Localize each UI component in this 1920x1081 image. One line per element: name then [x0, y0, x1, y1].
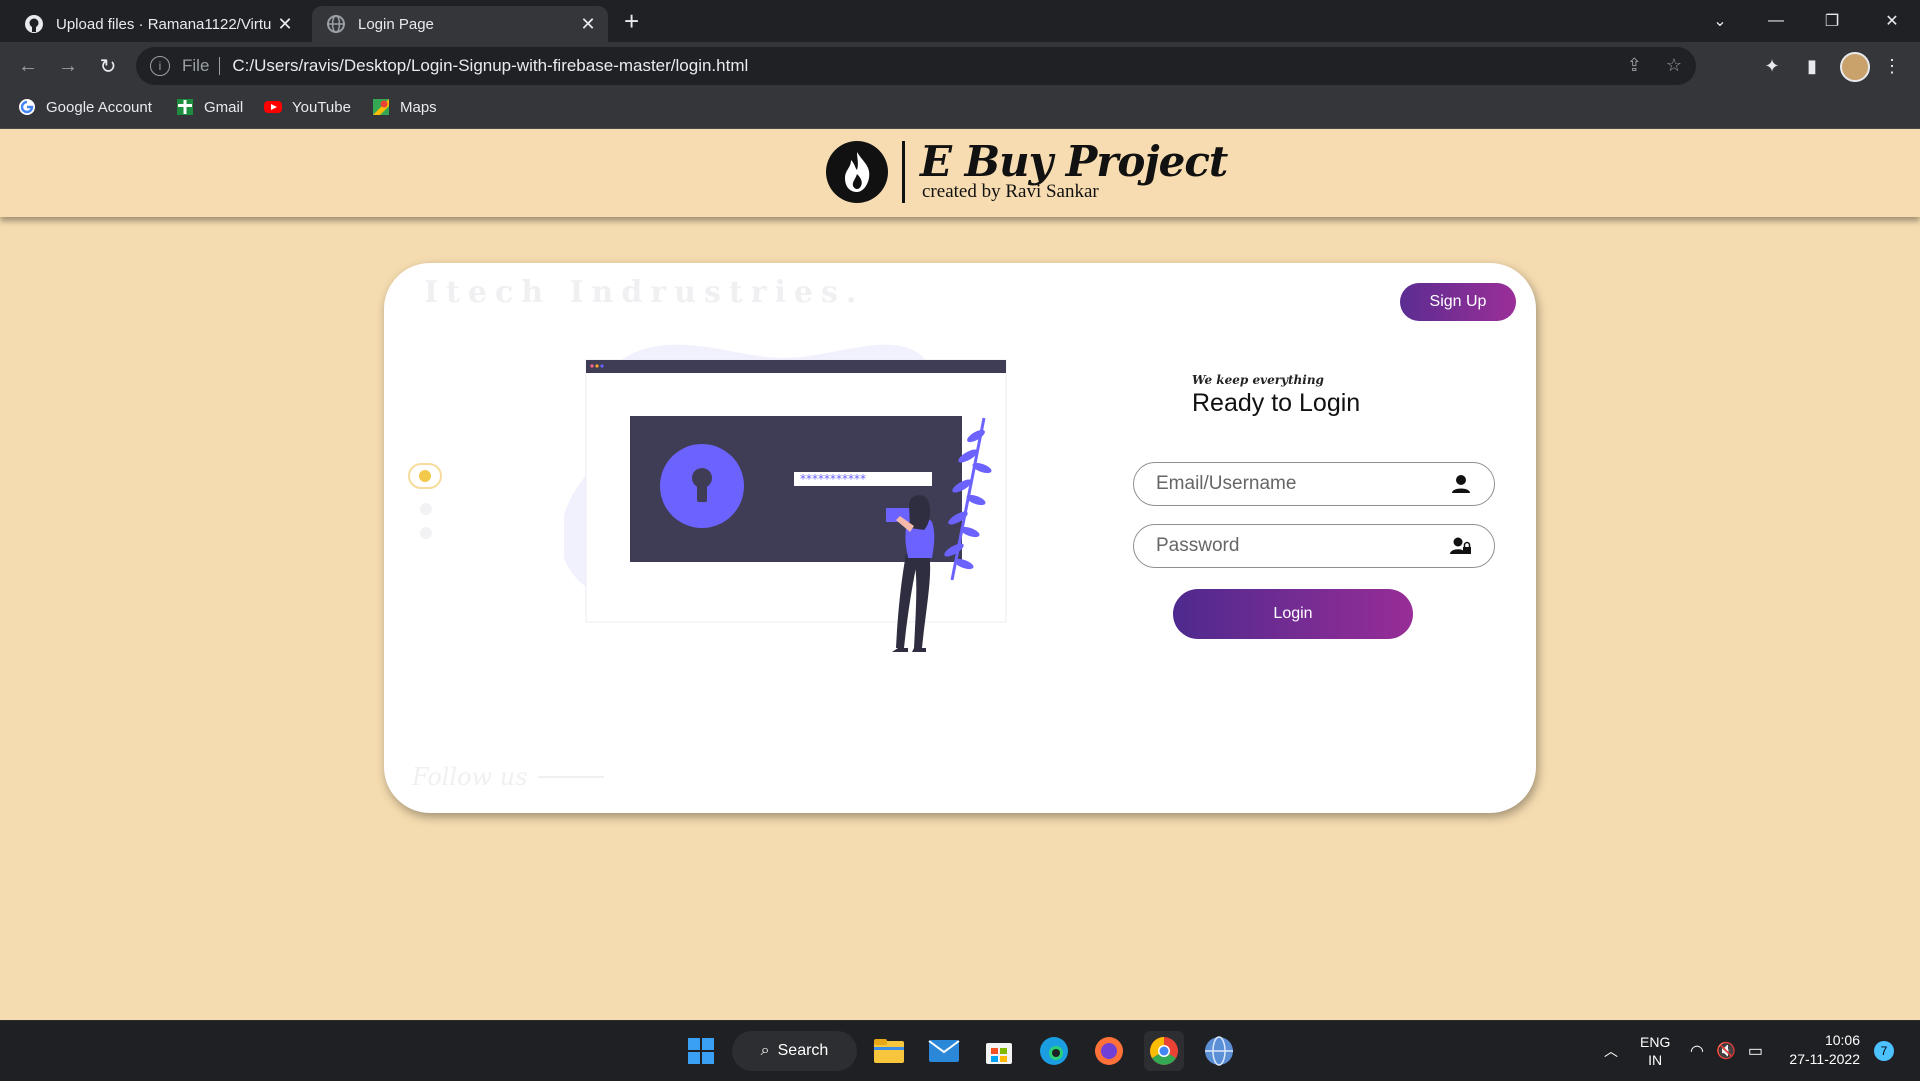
address-bar[interactable]: i File C:/Users/ravis/Desktop/Login-Sign…	[136, 47, 1696, 85]
tab-title: Upload files · Ramana1122/Virtu	[56, 15, 272, 33]
battery-icon: ▭	[1747, 1043, 1764, 1060]
globe-icon	[327, 15, 345, 33]
tab-login-page[interactable]: Login Page ✕	[312, 6, 608, 42]
bookmark-maps[interactable]: Maps	[372, 98, 437, 116]
volume-muted-icon: 🔇	[1715, 1043, 1736, 1060]
back-icon[interactable]: ←	[12, 50, 44, 82]
youtube-icon	[264, 101, 282, 113]
clock[interactable]: 10:06 27-11-2022	[1780, 1031, 1860, 1069]
restore-icon[interactable]: ❐	[1804, 0, 1860, 42]
brand-credit: created by Ravi Sankar	[922, 181, 1099, 202]
divider	[219, 57, 221, 75]
browser-toolbar: ← → ↻ i File C:/Users/ravis/Desktop/Logi…	[0, 42, 1920, 90]
share-icon[interactable]: ⇪	[1627, 55, 1642, 76]
chrome-icon[interactable]	[1144, 1031, 1184, 1071]
wifi-icon: ◠	[1690, 1043, 1704, 1060]
password-mask-text: ***********	[800, 472, 866, 486]
bookmarks-bar: Google Account Gmail YouTube Maps	[0, 90, 1920, 129]
lang-code: ENG	[1640, 1034, 1671, 1050]
gmail-icon	[177, 99, 193, 115]
email-input[interactable]	[1154, 472, 1438, 496]
windows-start-icon[interactable]	[681, 1031, 721, 1071]
reload-icon[interactable]: ↻	[92, 50, 124, 82]
bookmark-gmail[interactable]: Gmail	[176, 98, 243, 116]
url-text: C:/Users/ravis/Desktop/Login-Signup-with…	[232, 56, 749, 75]
flame-logo-icon	[826, 141, 888, 203]
sign-up-button[interactable]: Sign Up	[1400, 283, 1516, 321]
logo-divider	[902, 141, 905, 203]
mail-icon[interactable]	[924, 1031, 964, 1071]
tab-upload-files[interactable]: Upload files · Ramana1122/Virtu ✕	[10, 6, 305, 42]
bookmark-star-icon[interactable]: ☆	[1666, 55, 1682, 76]
follow-us-label: Follow us	[412, 763, 528, 791]
password-field[interactable]	[1133, 524, 1495, 568]
search-icon: ⌕	[760, 1042, 770, 1059]
forward-icon[interactable]: →	[52, 50, 84, 82]
bookmark-label: Maps	[400, 98, 437, 116]
close-window-icon[interactable]: ✕	[1864, 0, 1920, 42]
user-icon	[1452, 475, 1470, 493]
profile-avatar[interactable]	[1840, 52, 1870, 82]
firefox-icon[interactable]	[1089, 1031, 1129, 1071]
watermark-text: Itech Indrustries.	[424, 275, 865, 310]
clock-time: 10:06	[1824, 1032, 1860, 1048]
system-tray[interactable]: ◠ 🔇 ▭	[1690, 1021, 1763, 1081]
github-icon	[25, 15, 43, 33]
google-icon	[19, 99, 35, 115]
divider	[537, 776, 604, 778]
follow-us: Follow us	[412, 763, 604, 791]
windows-taskbar: ⌕ Search ︿ ENG IN ◠ 🔇 ▭ 10:06 27-11-2022…	[0, 1020, 1920, 1081]
menu-icon[interactable]: ⋮	[1876, 50, 1908, 82]
tab-title: Login Page	[358, 15, 434, 33]
tab-strip: Upload files · Ramana1122/Virtu ✕ Login …	[0, 0, 1920, 42]
globe-app-icon[interactable]	[1199, 1031, 1239, 1071]
login-illustration: ***********	[564, 344, 1007, 652]
close-tab-icon[interactable]: ✕	[576, 14, 600, 35]
taskbar-search-label: Search	[777, 1042, 829, 1059]
bookmark-label: Google Account	[46, 98, 152, 116]
chevron-up-icon[interactable]: ︿	[1604, 1021, 1618, 1081]
clock-date: 27-11-2022	[1789, 1051, 1860, 1067]
extensions-icon[interactable]: ✦	[1756, 50, 1788, 82]
bookmark-label: YouTube	[292, 98, 351, 116]
store-icon[interactable]	[979, 1031, 1019, 1071]
brand-title: E Buy Project	[920, 137, 1228, 186]
email-field[interactable]	[1133, 462, 1495, 506]
language-indicator[interactable]: ENG IN	[1640, 1021, 1670, 1081]
slider-dot[interactable]	[420, 527, 432, 539]
maps-icon	[373, 99, 389, 115]
bookmark-youtube[interactable]: YouTube	[264, 98, 351, 116]
tagline: We keep everything	[1192, 373, 1324, 387]
notification-badge[interactable]: 7	[1874, 1041, 1894, 1061]
info-icon[interactable]: i	[150, 56, 170, 76]
slider-dot[interactable]	[420, 503, 432, 515]
login-card: Itech Indrustries. *********** Sign Up W…	[384, 263, 1536, 813]
lang-region: IN	[1648, 1052, 1663, 1068]
user-lock-icon	[1450, 537, 1471, 554]
site-header: E Buy Project created by Ravi Sankar	[0, 129, 1920, 217]
file-explorer-icon[interactable]	[869, 1031, 909, 1071]
scheme-label: File	[182, 56, 210, 75]
bookmark-google-account[interactable]: Google Account	[18, 98, 152, 116]
side-panel-icon[interactable]: ▮	[1796, 50, 1828, 82]
password-input[interactable]	[1154, 534, 1438, 558]
new-tab-icon[interactable]: +	[624, 6, 639, 37]
minimize-icon[interactable]: —	[1748, 0, 1804, 42]
edge-icon[interactable]	[1034, 1031, 1074, 1071]
login-heading: Ready to Login	[1192, 389, 1361, 417]
slider-dot-active[interactable]	[408, 463, 442, 489]
close-tab-icon[interactable]: ✕	[273, 14, 297, 35]
bookmark-label: Gmail	[204, 98, 244, 116]
taskbar-search[interactable]: ⌕ Search	[732, 1031, 857, 1071]
login-button[interactable]: Login	[1173, 589, 1413, 639]
tab-search-icon[interactable]: ⌄	[1692, 0, 1748, 42]
